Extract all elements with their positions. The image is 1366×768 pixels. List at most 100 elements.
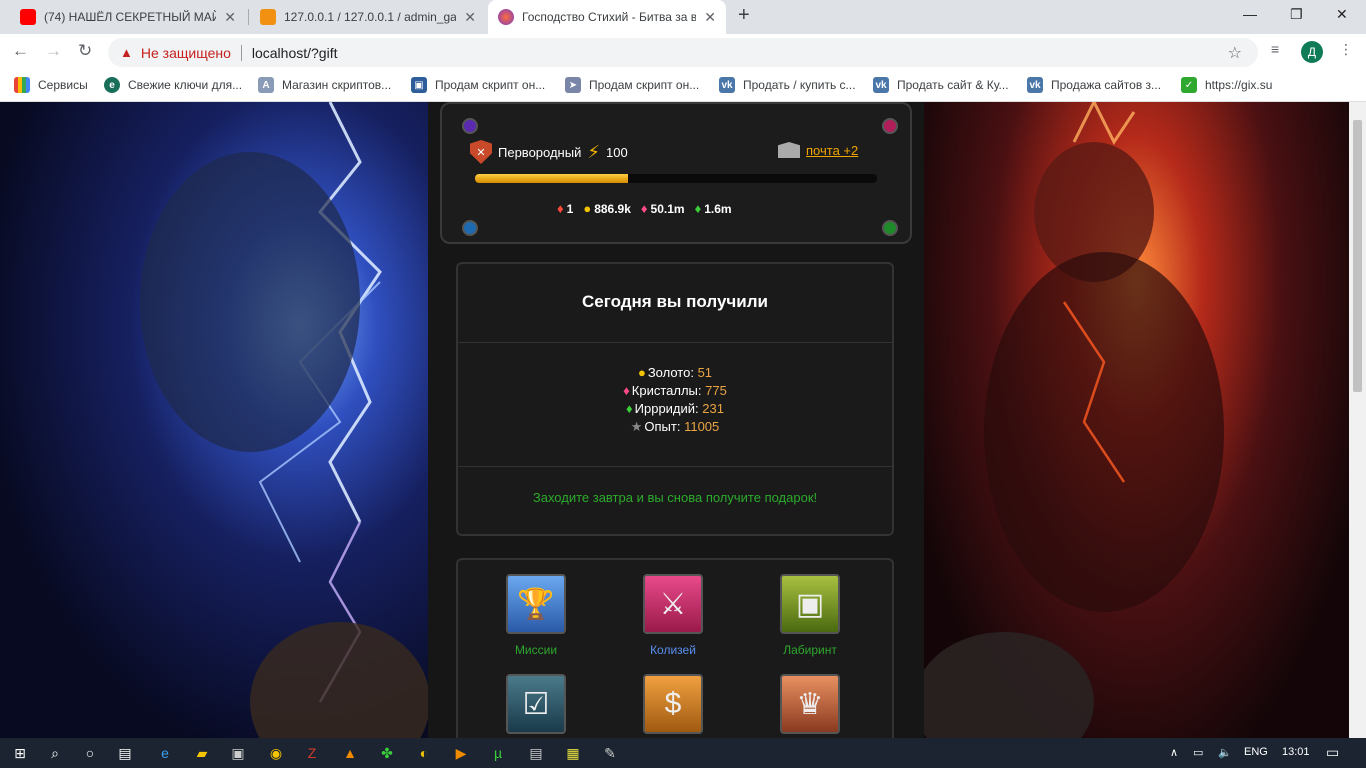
bookmark-label: https://gix.su [1205,78,1273,92]
tab-title: Господство Стихий - Битва за в [522,10,697,24]
a-icon: A [258,77,274,93]
tab-game[interactable]: Господство Стихий - Битва за в ✕ [488,0,726,34]
bookmark-item[interactable]: vk Продать / купить с... [719,77,856,93]
file-explorer-icon[interactable]: ▰ [192,743,212,763]
task-view-icon[interactable]: ▤ [115,743,135,763]
bookmark-item[interactable]: ▣ Продам скрипт он... [411,77,545,93]
reward-label: Иррридий: [634,401,699,416]
restore-icon[interactable]: ❐ [1290,6,1303,23]
edge-icon[interactable]: e [155,743,175,763]
menu-item-labyrinth[interactable]: ▣ Лабиринт [750,574,870,657]
back-icon[interactable]: ← [12,41,29,61]
gift-rewards: ● Золото: 51 ♦ Кристаллы: 775 ♦ Иррридий: 2… [458,364,892,436]
close-icon[interactable]: ✕ [464,9,476,26]
vk-icon: vk [873,77,889,93]
minimize-icon[interactable]: — [1243,6,1257,22]
notepad-icon[interactable]: ▤ [526,743,546,763]
bookmark-label: Продать сайт & Ку... [897,78,1009,92]
bookmark-item[interactable]: ➤ Продам скрипт он... [565,77,699,93]
address-bar[interactable]: ▲ Не защищено localhost/?gift ☆ [108,38,1258,67]
gift-panel: Сегодня вы получили ● Золото: 51 ♦ Кристал… [456,262,894,536]
close-icon[interactable]: ✕ [704,9,716,26]
close-icon[interactable]: ✕ [224,9,236,26]
menu-item-tasks[interactable]: ☑ [476,674,596,734]
star-icon: ★ [630,419,643,434]
swords-icon: ⚔ [643,574,703,634]
clock[interactable]: 13:01 [1282,746,1310,758]
tab-youtube[interactable]: (74) НАШЁЛ СЕКРЕТНЫЙ МАЙН ✕ [10,0,246,34]
page-scrollbar[interactable] [1349,102,1366,738]
reload-icon[interactable]: ↻ [78,41,92,61]
browser-tab-bar: (74) НАШЁЛ СЕКРЕТНЫЙ МАЙН ✕ 127.0.0.1 / … [0,0,1366,34]
avatar[interactable]: Д [1301,41,1323,63]
tab-phpmyadmin[interactable]: 127.0.0.1 / 127.0.0.1 / admin_gan ✕ [250,0,486,34]
filezilla-icon[interactable]: Z [302,743,322,763]
bookmark-star-icon[interactable]: ☆ [1228,43,1242,63]
bookmark-item[interactable]: e Свежие ключи для... [104,77,242,93]
labyrinth-icon: ▣ [780,574,840,634]
windows-start-icon[interactable]: ⊞ [10,743,30,763]
gold-icon: ● [637,365,646,380]
bookmark-label: Продам скрипт он... [589,78,700,92]
bookmark-item[interactable]: A Магазин скриптов... [258,77,391,93]
network-icon[interactable]: ▭ [1193,746,1203,759]
bookmark-label: Продам скрипт он... [435,78,546,92]
menu-label: Миссии [514,643,558,657]
bookmark-item[interactable]: vk Продажа сайтов з... [1027,77,1161,93]
divider [458,466,892,467]
menu-item-shop[interactable]: $ [613,674,733,734]
gift-note: Заходите завтра и вы снова получите пода… [532,490,818,505]
bookmark-label: Сервисы [38,78,88,92]
game-column: ✕ Первородный ⚡ 100 почта +2 ♦ 1 ● 886.9… [428,102,924,738]
crystal-icon: ♦ [623,383,630,398]
new-tab-button[interactable]: + [738,4,750,27]
ruby-value: 1 [566,201,574,216]
player-name[interactable]: Первородный [498,145,581,160]
mail-link[interactable]: почта +2 [778,142,858,158]
reward-experience: ★ Опыт: 11005 [458,418,892,436]
bookmark-item[interactable]: ✓ https://gix.su [1181,77,1272,93]
menu-item-colosseum[interactable]: ⚔ Колизей [613,574,733,657]
language-indicator[interactable]: ENG [1244,746,1268,758]
gold-value: 886.9k [594,201,631,216]
utorrent-icon[interactable]: µ [488,743,508,763]
notifications-icon[interactable]: ▭ [1326,744,1339,761]
reading-list-icon[interactable]: ≡ [1271,41,1279,57]
security-warning[interactable]: ▲ Не защищено [120,45,231,61]
url-text[interactable]: localhost/?gift [252,45,338,61]
menu-item-ranking[interactable]: ♛ [750,674,870,734]
crown-icon: ♛ [780,674,840,734]
paint-icon[interactable]: ✎ [600,743,620,763]
volume-icon[interactable]: 🔈 [1218,746,1232,759]
vlc-icon[interactable]: ▲ [340,743,360,763]
reward-gold: ● Золото: 51 [458,364,892,382]
chrome-icon[interactable]: ◉ [266,743,286,763]
app-icon[interactable]: ◐ [414,743,434,763]
scrollbar-thumb[interactable] [1353,120,1362,392]
tasks-icon: ☑ [506,674,566,734]
arrow-icon: ➤ [565,77,581,93]
reward-value: 231 [702,401,724,416]
search-icon[interactable]: ⌕ [45,743,65,763]
menu-label: Лабиринт [783,643,837,657]
menu-icon[interactable]: ⋮ [1339,41,1353,58]
energy-icon: ⚡ [587,141,600,162]
forward-icon[interactable]: → [45,41,62,61]
notepad-plus-icon[interactable]: ▦ [563,743,583,763]
store-icon[interactable]: ▣ [228,743,248,763]
clan-shield-icon[interactable]: ✕ [470,140,492,164]
page-viewport: ✕ Первородный ⚡ 100 почта +2 ♦ 1 ● 886.9… [0,102,1349,738]
iridium-value: 1.6m [704,201,732,216]
bookmark-item[interactable]: Сервисы [14,77,88,93]
reward-crystals: ♦ Кристаллы: 775 [458,382,892,400]
bookmark-item[interactable]: vk Продать сайт & Ку... [873,77,1009,93]
clover-icon[interactable]: ✤ [377,743,397,763]
tray-arrow-icon[interactable]: ∧ [1170,746,1178,759]
media-player-icon[interactable]: ▶ [451,743,471,763]
cortana-icon[interactable]: ○ [80,743,100,763]
close-window-icon[interactable]: ✕ [1336,6,1348,23]
menu-item-missions[interactable]: 🏆 Миссии [476,574,596,657]
tab-title: (74) НАШЁЛ СЕКРЕТНЫЙ МАЙН [44,10,217,24]
background-art-fire-hero [924,102,1349,738]
mail-label[interactable]: почта +2 [806,143,858,158]
